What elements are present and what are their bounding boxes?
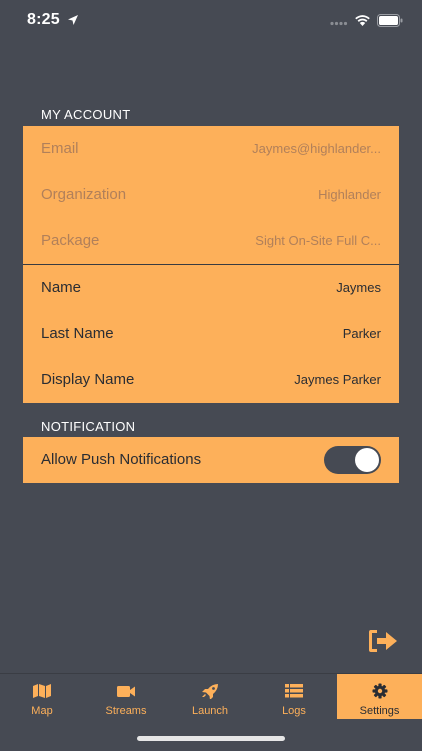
rocket-icon [202, 684, 218, 699]
status-bar: 8:25 [0, 0, 422, 44]
cellular-signal-icon [330, 21, 348, 26]
name-row[interactable]: Name Jaymes [23, 265, 399, 311]
name-label: Name [41, 279, 82, 296]
tab-settings-label: Settings [359, 705, 400, 717]
organization-row: Organization Highlander [23, 172, 399, 218]
package-value: Sight On-Site Full C... [255, 233, 381, 248]
tab-logs[interactable]: Logs [252, 674, 336, 719]
email-value: Jaymes@highlander... [252, 141, 381, 156]
email-row: Email Jaymes@highlander... [23, 126, 399, 172]
account-card: Email Jaymes@highlander... Organization … [23, 126, 399, 403]
tab-settings[interactable]: Settings [337, 674, 422, 719]
package-row: Package Sight On-Site Full C... [23, 218, 399, 264]
video-camera-icon [117, 686, 135, 697]
tab-launch-label: Launch [191, 705, 229, 717]
name-value: Jaymes [336, 280, 381, 295]
last-name-row[interactable]: Last Name Parker [23, 311, 399, 357]
map-icon [33, 684, 51, 698]
status-time: 8:25 [27, 11, 60, 28]
last-name-label: Last Name [41, 325, 114, 342]
home-indicator [137, 736, 285, 741]
logout-icon[interactable] [366, 628, 400, 654]
location-arrow-icon [68, 15, 78, 25]
organization-value: Highlander [318, 187, 381, 202]
toggle-knob [355, 448, 379, 472]
push-notifications-label: Allow Push Notifications [41, 451, 202, 468]
email-label: Email [41, 140, 79, 157]
status-indicators [330, 13, 404, 27]
tab-logs-label: Logs [282, 705, 306, 717]
gear-icon [372, 683, 387, 699]
last-name-value: Parker [342, 326, 381, 341]
organization-label: Organization [41, 186, 127, 203]
tab-streams[interactable]: Streams [84, 674, 168, 719]
wifi-icon [355, 14, 370, 26]
display-name-label: Display Name [41, 371, 135, 388]
display-name-row[interactable]: Display Name Jaymes Parker [23, 357, 399, 403]
push-notifications-toggle[interactable] [324, 446, 381, 474]
tab-launch[interactable]: Launch [168, 674, 252, 719]
notification-header: NOTIFICATION [41, 419, 136, 434]
tab-map-label: Map [31, 705, 53, 717]
display-name-value: Jaymes Parker [294, 372, 381, 387]
list-icon [285, 684, 303, 698]
package-label: Package [41, 232, 100, 249]
push-notifications-row: Allow Push Notifications [23, 437, 399, 483]
notification-card: Allow Push Notifications [23, 437, 399, 483]
my-account-header: MY ACCOUNT [41, 107, 131, 122]
battery-icon [377, 13, 403, 27]
tab-streams-label: Streams [105, 705, 147, 717]
tab-map[interactable]: Map [0, 674, 84, 719]
